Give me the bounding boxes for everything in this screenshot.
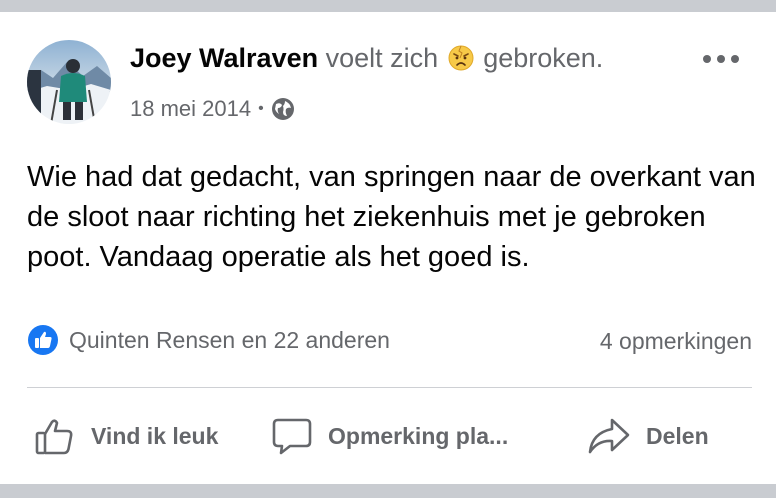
post-header: Joey Walraven voelt zich gebroken. <box>130 42 603 74</box>
meta-separator: • <box>258 100 264 117</box>
feeling-text[interactable]: gebroken. <box>483 43 603 73</box>
post-meta: 18 mei 2014 • <box>130 96 295 122</box>
share-button[interactable]: Delen <box>586 412 709 460</box>
globe-icon[interactable] <box>271 97 295 121</box>
share-button-label: Delen <box>646 422 709 449</box>
avatar-photo <box>27 59 111 124</box>
divider <box>27 387 752 388</box>
feeling-prefix: voelt zich <box>325 43 439 73</box>
reactions-text[interactable]: Quinten Rensen en 22 anderen <box>69 327 390 354</box>
comment-bubble-icon <box>272 418 312 455</box>
author-name[interactable]: Joey Walraven <box>130 43 318 73</box>
like-button[interactable]: Vind ik leuk <box>33 412 218 460</box>
like-button-label: Vind ik leuk <box>91 422 219 449</box>
author-avatar[interactable] <box>27 40 111 124</box>
like-reaction-icon <box>28 325 58 355</box>
more-options-icon[interactable] <box>700 48 742 70</box>
thumbs-up-icon <box>35 419 73 455</box>
comments-count[interactable]: 4 opmerkingen <box>600 328 752 355</box>
post-date[interactable]: 18 mei 2014 <box>130 96 251 122</box>
post-card: Joey Walraven voelt zich gebroken. 18 me… <box>0 12 776 484</box>
post-body: Wie had dat gedacht, van springen naar d… <box>27 161 756 273</box>
reactions-summary[interactable]: Quinten Rensen en 22 anderen <box>27 324 390 356</box>
share-arrow-icon <box>588 418 630 454</box>
broken-face-emoji <box>448 45 474 71</box>
comment-button-label: Opmerking pla... <box>328 422 509 449</box>
comment-button[interactable]: Opmerking pla... <box>270 412 508 460</box>
